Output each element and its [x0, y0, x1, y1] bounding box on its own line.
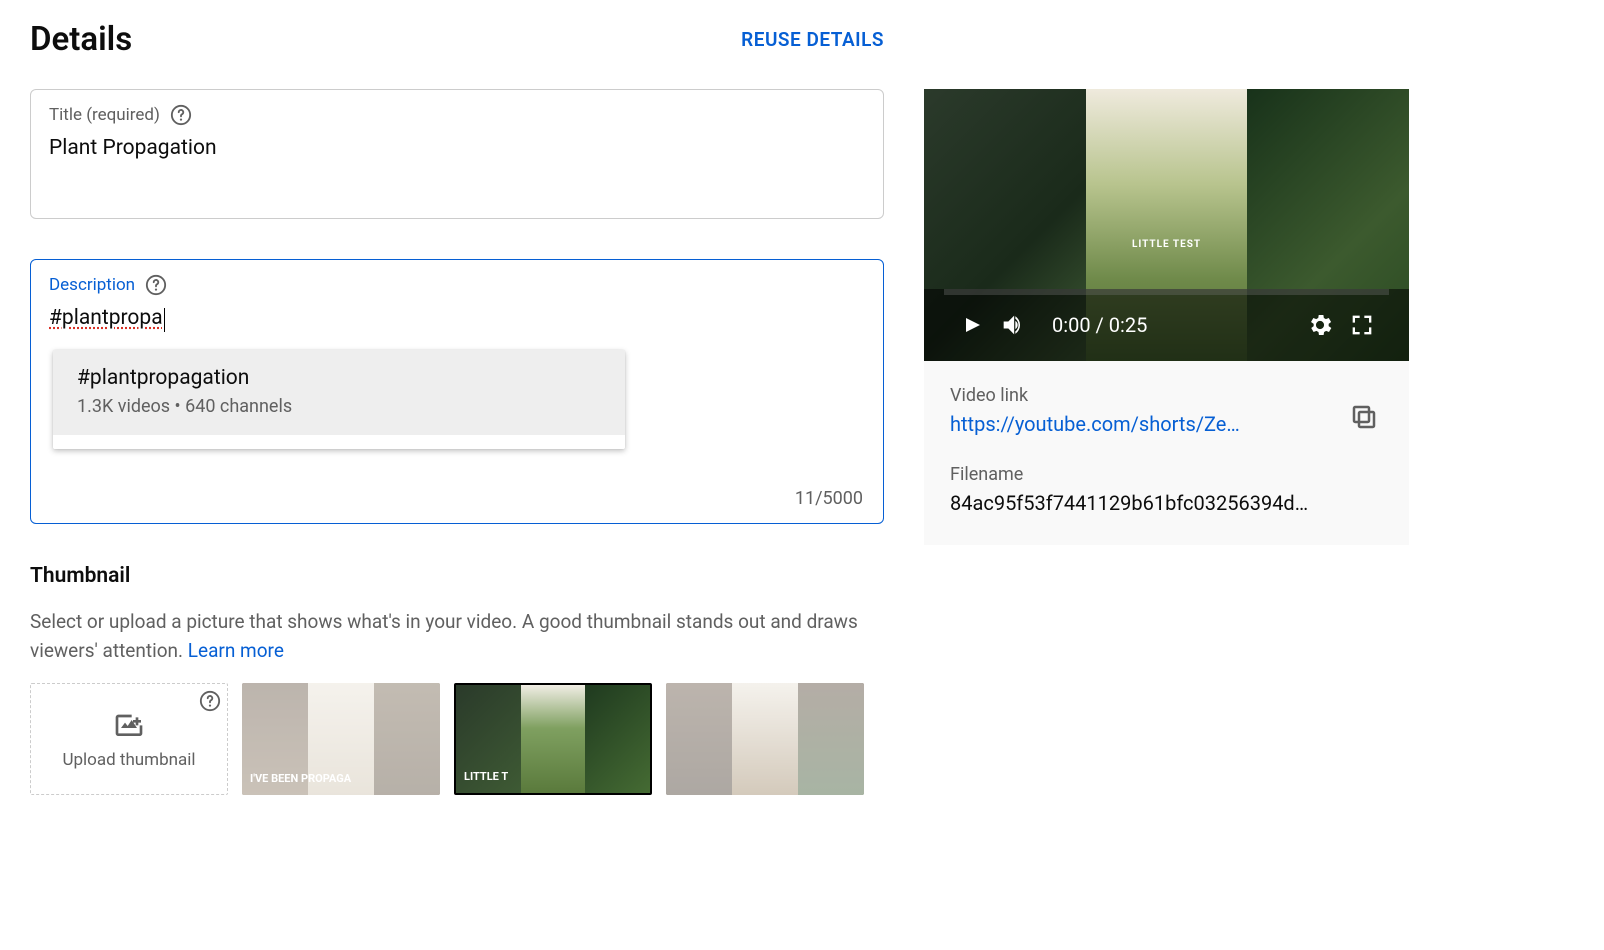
thumbnail-overlay-text: I'VE BEEN PROPAGA: [250, 773, 351, 785]
description-label: Description: [49, 275, 135, 295]
timecode: 0:00 / 0:25: [1052, 313, 1299, 337]
char-counter: 11/5000: [795, 488, 863, 509]
copy-link-button[interactable]: [1349, 402, 1383, 436]
thumbnail-heading: Thumbnail: [30, 564, 884, 588]
filename-label: Filename: [950, 464, 1383, 485]
video-link-label: Video link: [950, 385, 1329, 406]
suggestion-padding: [53, 435, 625, 449]
video-preview-card: LITTLE TEST 0:00 / 0:25: [924, 89, 1409, 545]
help-icon[interactable]: [170, 104, 192, 126]
filename-value: 84ac95f53f7441129b61bfc03256394d…: [950, 491, 1380, 515]
description-value: #plantpropa: [49, 306, 163, 330]
thumbnail-option-3[interactable]: [666, 683, 864, 795]
add-image-icon: [113, 708, 145, 744]
reuse-details-button[interactable]: REUSE DETAILS: [741, 28, 884, 51]
hashtag-suggestion-item[interactable]: #plantpropagation 1.3K videos • 640 chan…: [53, 350, 625, 435]
settings-button[interactable]: [1299, 311, 1341, 339]
thumbnail-option-1[interactable]: I'VE BEEN PROPAGA: [242, 683, 440, 795]
title-label: Title (required): [49, 105, 160, 125]
title-field[interactable]: Title (required) Plant Propagation: [30, 89, 884, 219]
help-icon[interactable]: [199, 690, 221, 712]
title-value: Plant Propagation: [49, 136, 865, 160]
volume-button[interactable]: [992, 311, 1034, 339]
page-title: Details: [30, 20, 741, 59]
suggestion-tag: #plantpropagation: [77, 366, 601, 390]
learn-more-link[interactable]: Learn more: [188, 639, 284, 662]
upload-thumbnail-label: Upload thumbnail: [62, 750, 195, 770]
video-overlay-text: LITTLE TEST: [1132, 239, 1201, 250]
thumbnail-description-text: Select or upload a picture that shows wh…: [30, 610, 858, 662]
play-button[interactable]: [950, 313, 992, 337]
fullscreen-button[interactable]: [1341, 311, 1383, 339]
upload-thumbnail-button[interactable]: Upload thumbnail: [30, 683, 228, 795]
text-caret: [164, 308, 165, 332]
suggestion-meta: 1.3K videos • 640 channels: [77, 396, 601, 417]
player-controls: 0:00 / 0:25: [924, 289, 1409, 361]
video-player[interactable]: LITTLE TEST 0:00 / 0:25: [924, 89, 1409, 361]
thumbnail-description: Select or upload a picture that shows wh…: [30, 608, 880, 665]
description-field[interactable]: Description #plantpropa #plantpropagatio…: [30, 259, 884, 524]
thumbnail-overlay-text: LITTLE T: [464, 771, 508, 783]
video-link[interactable]: https://youtube.com/shorts/Ze…: [950, 412, 1310, 436]
help-icon[interactable]: [145, 274, 167, 296]
thumbnail-option-2[interactable]: LITTLE T: [454, 683, 652, 795]
hashtag-suggestion-popup: #plantpropagation 1.3K videos • 640 chan…: [53, 350, 625, 449]
